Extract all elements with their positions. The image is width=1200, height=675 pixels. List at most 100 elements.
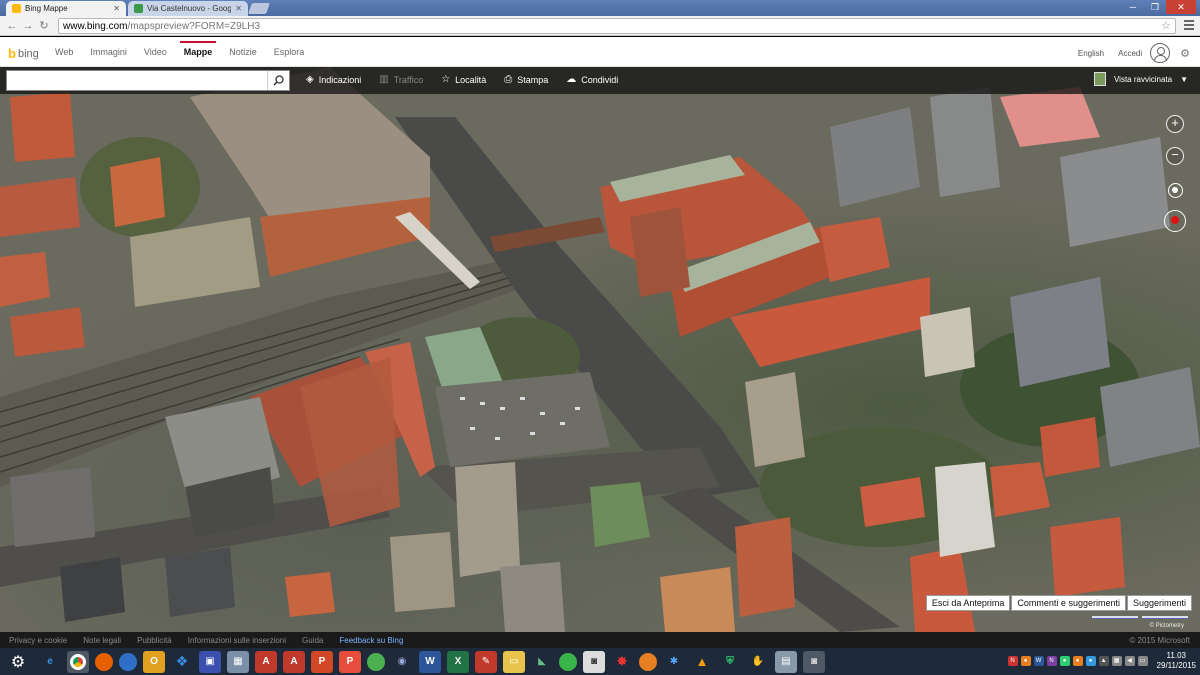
comments-button[interactable]: Commenti e suggerimenti bbox=[1011, 595, 1126, 611]
pdf-reader-icon[interactable]: A bbox=[255, 650, 277, 673]
map-zoom-controls: + − bbox=[1164, 115, 1186, 232]
address-bar[interactable]: www.bing.com /mapspreview?FORM=Z9LH3 ☆ bbox=[58, 18, 1176, 34]
dropbox-icon[interactable]: ❖ bbox=[171, 651, 193, 673]
nav-notizie[interactable]: Notizie bbox=[229, 47, 257, 57]
map-feedback-buttons: Esci da Anteprima Commenti e suggeriment… bbox=[925, 595, 1192, 611]
traffic-button[interactable]: ▥ Traffico bbox=[379, 74, 423, 85]
bing-logo-mark-icon: b bbox=[8, 46, 16, 61]
places-button[interactable]: ☆ Località bbox=[441, 74, 486, 85]
tray-app-icon[interactable]: ● bbox=[1020, 656, 1031, 666]
chrome-icon[interactable] bbox=[67, 650, 89, 673]
nav-web[interactable]: Web bbox=[55, 47, 73, 57]
window-controls: ─ ❐ ✕ bbox=[1122, 0, 1196, 14]
back-arrow-icon[interactable]: ← bbox=[4, 20, 20, 32]
traffic-icon: ▥ bbox=[379, 74, 389, 85]
imagery-credit: © Pictometry bbox=[1149, 623, 1184, 629]
tray-app-icon[interactable]: N bbox=[1007, 656, 1018, 666]
search-button[interactable] bbox=[267, 71, 289, 90]
footer-feedback-link[interactable]: Feedback su Bing bbox=[339, 636, 403, 645]
taskbar-clock[interactable]: 11.03 29/11/2015 bbox=[1157, 651, 1196, 671]
exit-preview-button[interactable]: Esci da Anteprima bbox=[925, 595, 1011, 611]
tray-app-icon[interactable]: ● bbox=[1085, 656, 1096, 666]
file-explorer-icon[interactable]: ▭ bbox=[503, 650, 525, 673]
tab-google-maps[interactable]: Via Castelnuovo - Google ✕ bbox=[128, 1, 248, 16]
reload-icon[interactable]: ↻ bbox=[36, 19, 52, 32]
torrent-icon[interactable] bbox=[367, 652, 385, 671]
zoom-in-button[interactable]: + bbox=[1166, 115, 1184, 133]
bing-header-right: English Accedi ⚙ bbox=[1078, 43, 1190, 63]
editor-icon[interactable]: ✎ bbox=[475, 650, 497, 673]
suggestions-button[interactable]: Suggerimenti bbox=[1126, 595, 1192, 611]
tab-bing-mappe[interactable]: Bing Mappe ✕ bbox=[6, 1, 126, 16]
nav-esplora[interactable]: Esplora bbox=[274, 47, 305, 57]
word-icon[interactable]: W bbox=[419, 650, 441, 673]
tray-word-icon[interactable]: W bbox=[1033, 656, 1044, 666]
view-thumbnail-icon bbox=[1093, 72, 1106, 86]
tray-onenote-icon[interactable]: N bbox=[1046, 656, 1057, 666]
window-close-icon[interactable]: ✕ bbox=[1166, 0, 1196, 14]
restore-icon[interactable]: ❐ bbox=[1144, 0, 1166, 14]
chrome-menu-icon[interactable] bbox=[1184, 20, 1194, 30]
footer-link-advertising[interactable]: Pubblicità bbox=[137, 636, 172, 645]
signin-link[interactable]: Accedi bbox=[1118, 49, 1142, 58]
browser-icon[interactable] bbox=[639, 652, 657, 671]
close-tab-icon[interactable]: ✕ bbox=[235, 4, 242, 13]
save-floppy-icon[interactable]: ▣ bbox=[199, 650, 221, 673]
directions-button[interactable]: ◈ Indicazioni bbox=[306, 74, 361, 85]
locate-me-icon[interactable] bbox=[1167, 183, 1183, 198]
powerpoint-icon[interactable]: P bbox=[311, 650, 333, 673]
compass-icon[interactable] bbox=[1164, 210, 1186, 232]
vlc-icon[interactable]: ▲ bbox=[691, 651, 713, 673]
gimp-icon[interactable]: ✋ bbox=[747, 651, 769, 673]
bing-footer: Privacy e cookie Note legali Pubblicità … bbox=[0, 632, 1200, 648]
share-button[interactable]: ☁ Condividi bbox=[566, 74, 618, 85]
filezilla-icon[interactable]: ✸ bbox=[611, 651, 633, 673]
close-tab-icon[interactable]: ✕ bbox=[113, 4, 120, 13]
network-icon[interactable]: ▦ bbox=[1111, 656, 1122, 666]
nav-mappe[interactable]: Mappe bbox=[179, 41, 216, 57]
database-icon[interactable]: ▤ bbox=[775, 650, 797, 673]
aerial-map[interactable]: ◈ Indicazioni ▥ Traffico ☆ Località ⎙ St… bbox=[0, 67, 1200, 632]
minimize-icon[interactable]: ─ bbox=[1122, 0, 1144, 14]
footer-link-privacy[interactable]: Privacy e cookie bbox=[9, 636, 67, 645]
shield-icon[interactable]: ⛨ bbox=[719, 651, 741, 673]
nav-immagini[interactable]: Immagini bbox=[90, 47, 127, 57]
notepad-icon[interactable]: ◣ bbox=[531, 651, 553, 673]
excel-icon[interactable]: X bbox=[447, 650, 469, 673]
map-view-selector[interactable]: Vista ravvicinata ▼ bbox=[1093, 72, 1188, 86]
map-search-input[interactable] bbox=[7, 71, 265, 90]
share-label: Condividi bbox=[581, 74, 619, 85]
language-link[interactable]: English bbox=[1078, 49, 1104, 58]
zoom-out-button[interactable]: − bbox=[1166, 147, 1184, 165]
forward-arrow-icon[interactable]: → bbox=[20, 20, 36, 32]
bing-logo[interactable]: b bing bbox=[8, 46, 39, 61]
start-gear-icon[interactable]: ⚙ bbox=[0, 648, 36, 675]
nav-video[interactable]: Video bbox=[144, 47, 167, 57]
aerial-imagery bbox=[0, 67, 1200, 632]
acrobat-icon[interactable]: A bbox=[283, 650, 305, 673]
evernote-icon[interactable] bbox=[559, 652, 577, 671]
avatar-icon[interactable] bbox=[1150, 43, 1171, 63]
print-button[interactable]: ⎙ Stampa bbox=[504, 74, 548, 85]
battery-icon[interactable]: ▭ bbox=[1137, 656, 1148, 666]
internet-explorer-icon[interactable]: e bbox=[39, 651, 61, 673]
outlook-icon[interactable]: O bbox=[143, 650, 165, 673]
new-tab-button[interactable] bbox=[247, 3, 271, 14]
camera-icon[interactable]: ◙ bbox=[583, 650, 605, 673]
footer-link-help[interactable]: Guida bbox=[302, 636, 323, 645]
tray-app-icon[interactable]: ▲ bbox=[1098, 656, 1109, 666]
tray-app-icon[interactable]: ● bbox=[1072, 656, 1083, 666]
firefox-icon[interactable] bbox=[95, 652, 113, 671]
footer-link-ads-info[interactable]: Informazioni sulle inserzioni bbox=[188, 636, 286, 645]
app-icon[interactable]: ◉ bbox=[391, 651, 413, 673]
calculator-icon[interactable]: ▦ bbox=[227, 650, 249, 673]
google-earth-icon[interactable] bbox=[119, 652, 137, 671]
pdf-icon[interactable]: P bbox=[339, 650, 361, 673]
gear-icon[interactable]: ⚙ bbox=[1180, 47, 1190, 60]
volume-icon[interactable]: ◀ bbox=[1124, 656, 1135, 666]
footer-link-legal[interactable]: Note legali bbox=[83, 636, 121, 645]
snipping-tool-icon[interactable]: ◙ bbox=[803, 650, 825, 673]
tool-icon[interactable]: ✱ bbox=[663, 651, 685, 673]
bookmark-star-icon[interactable]: ☆ bbox=[1161, 19, 1171, 32]
tray-app-icon[interactable]: ● bbox=[1059, 656, 1070, 666]
